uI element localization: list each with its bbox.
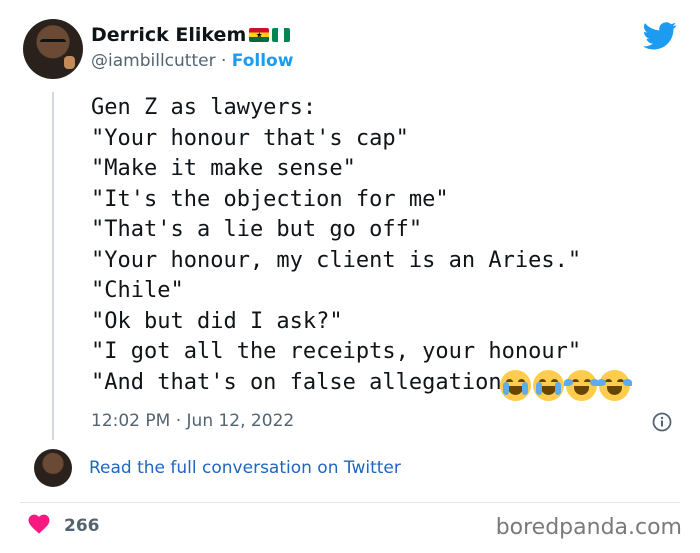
twitter-bird-icon[interactable] — [643, 21, 677, 51]
follow-button[interactable]: Follow — [232, 51, 294, 71]
author-avatar[interactable] — [23, 19, 83, 79]
nigeria-flag-icon — [272, 28, 291, 42]
like-count: 266 — [64, 516, 100, 536]
tweet-line: "It's the objection for me" — [91, 186, 449, 212]
heart-icon[interactable] — [28, 514, 50, 534]
tweet-line: "Make it make sense" — [91, 156, 356, 181]
tweet-line: "Ok but did I ask?" — [91, 308, 343, 334]
avatar-thumbs-up — [64, 56, 75, 69]
author-name[interactable]: Derrick Elikem — [91, 24, 246, 46]
loudly-crying-face-icon — [500, 370, 531, 401]
thread-line — [52, 92, 54, 440]
ghana-flag-icon — [249, 28, 270, 42]
tweet-line: "Chile" — [91, 278, 184, 303]
reply-avatar[interactable] — [34, 449, 72, 487]
read-conversation-link[interactable]: Read the full conversation on Twitter — [89, 458, 401, 478]
info-icon[interactable] — [652, 412, 672, 432]
handle-separator: · — [215, 51, 232, 71]
avatar-glasses — [40, 39, 66, 48]
emoji-row — [500, 370, 632, 401]
loudly-crying-face-icon — [533, 370, 564, 401]
tweet-text: Gen Z as lawyers: "Your honour that's ca… — [91, 93, 581, 398]
author-name-row: Derrick Elikem — [91, 24, 291, 46]
tweet-line: Gen Z as lawyers: — [91, 95, 317, 120]
tweet-line: "I got all the receipts, your honour" — [91, 339, 582, 364]
tweet-timestamp[interactable]: 12:02 PM · Jun 12, 2022 — [91, 411, 294, 431]
watermark: boredpanda.com — [495, 515, 682, 540]
tweet-line: "And that's on false allegations" — [91, 369, 529, 395]
handle-row: @iambillcutter · Follow — [91, 51, 293, 71]
tweet-line: "That's a lie but go off" — [91, 217, 423, 242]
author-handle[interactable]: @iambillcutter — [91, 51, 216, 71]
tweet-line: "Your honour that's cap" — [91, 125, 409, 151]
divider — [20, 502, 680, 503]
face-with-tears-of-joy-icon — [597, 370, 632, 401]
tweet-line: "Your honour, my client is an Aries." — [91, 247, 582, 273]
face-with-tears-of-joy-icon — [564, 370, 599, 401]
